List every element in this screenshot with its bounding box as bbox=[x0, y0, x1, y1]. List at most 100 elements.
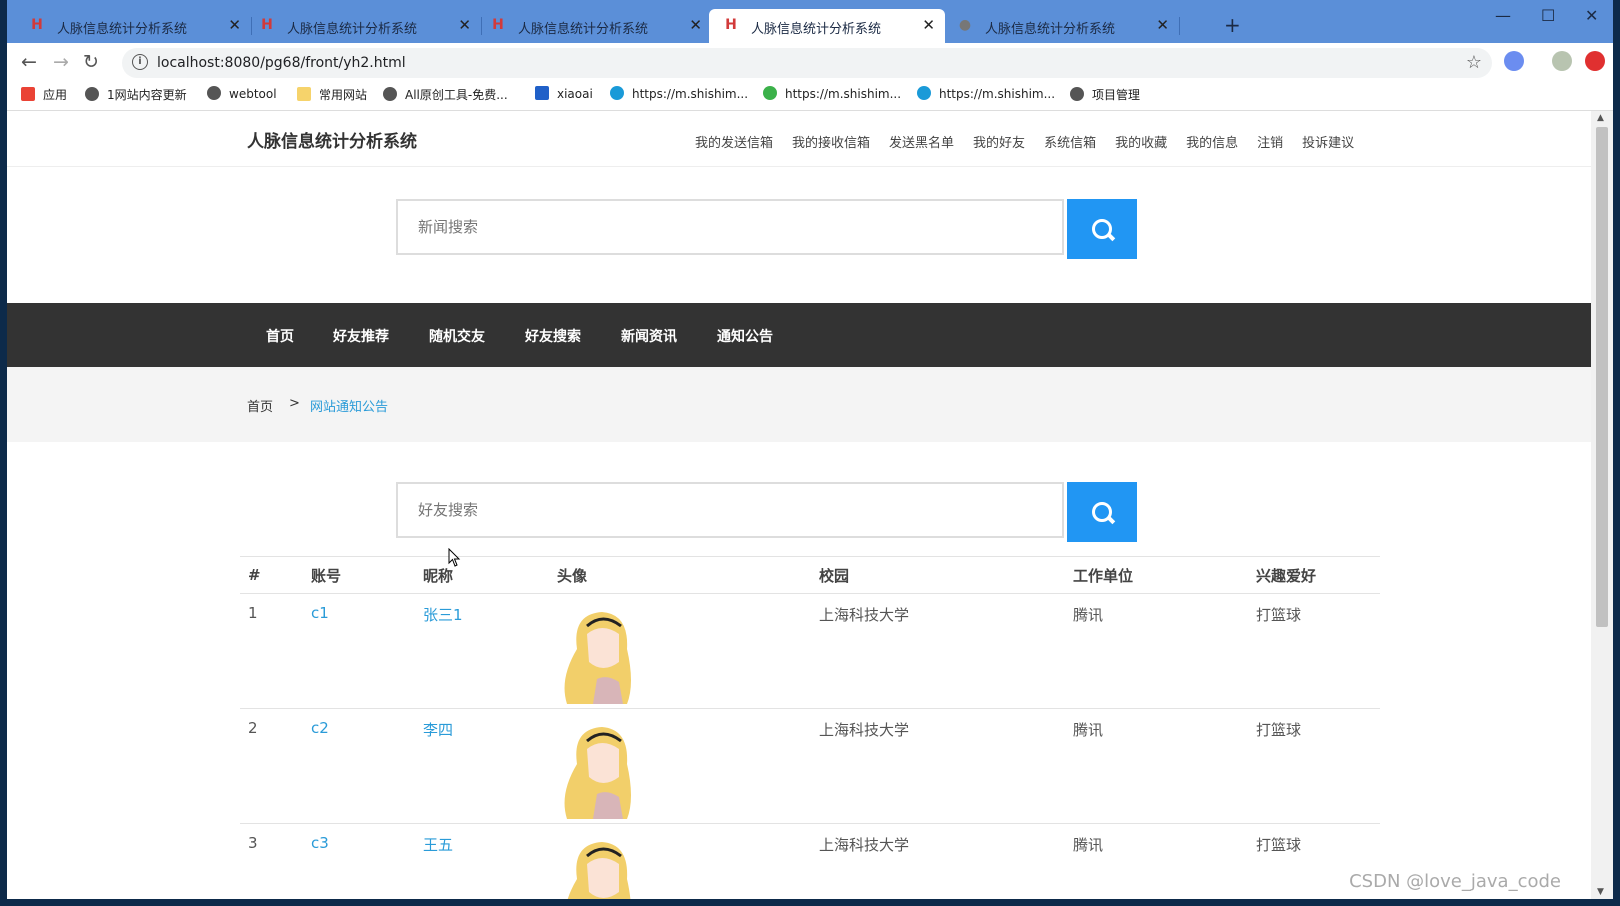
c-logo-icon bbox=[610, 86, 624, 100]
close-tab-icon[interactable]: ✕ bbox=[922, 16, 935, 34]
search-icon-handle bbox=[1106, 515, 1116, 525]
bookmark-item[interactable]: xiaoai bbox=[535, 86, 593, 101]
nav-home[interactable]: 首页 bbox=[266, 326, 294, 346]
col-header-num: # bbox=[240, 556, 303, 594]
site-logo[interactable]: 人脉信息统计分析系统 bbox=[247, 127, 417, 152]
maximize-icon[interactable]: ☐ bbox=[1541, 6, 1555, 25]
scrollbar-thumb[interactable] bbox=[1596, 127, 1608, 627]
row-work: 腾讯 bbox=[1065, 593, 1248, 709]
browser-tab[interactable]: H 人脉信息统计分析系统 ✕ bbox=[245, 9, 482, 43]
close-tab-icon[interactable]: ✕ bbox=[458, 16, 471, 34]
friends-table: # 账号 昵称 头像 校园 工作单位 兴趣爱好 1 c1 张三1 上海科技大学 … bbox=[240, 556, 1380, 899]
browser-tab[interactable]: H 人脉信息统计分析系统 ✕ bbox=[476, 9, 712, 43]
nav-random-friends[interactable]: 随机交友 bbox=[429, 326, 485, 346]
url-text[interactable]: localhost:8080/pg68/front/yh2.html bbox=[157, 55, 406, 71]
row-nickname-link[interactable]: 李四 bbox=[415, 708, 549, 824]
bookmark-folder[interactable]: 常用网站 bbox=[297, 86, 367, 103]
bookmark-item[interactable]: 1网站内容更新 bbox=[85, 86, 187, 103]
friend-search-button[interactable] bbox=[1067, 482, 1137, 542]
page-scrollbar[interactable]: ▲ ▼ bbox=[1591, 111, 1613, 899]
site-favicon-icon: H bbox=[261, 17, 273, 33]
browser-tab-active[interactable]: H 人脉信息统计分析系统 ✕ bbox=[709, 9, 945, 43]
forward-icon[interactable]: → bbox=[53, 51, 69, 73]
table-header-row: # 账号 昵称 头像 校园 工作单位 兴趣爱好 bbox=[240, 556, 1380, 594]
row-account-link[interactable]: c3 bbox=[303, 823, 415, 899]
row-nickname-link[interactable]: 王五 bbox=[415, 823, 549, 899]
close-tab-icon[interactable]: ✕ bbox=[228, 16, 241, 34]
site-favicon-icon: H bbox=[725, 17, 737, 33]
menu-complaint[interactable]: 投诉建议 bbox=[1302, 136, 1354, 151]
close-tab-icon[interactable]: ✕ bbox=[689, 16, 702, 34]
friend-search bbox=[396, 482, 1138, 542]
globe-icon: ● bbox=[958, 17, 972, 33]
top-menu: 我的发送信箱 我的接收信箱 发送黑名单 我的好友 系统信箱 我的收藏 我的信息 注销 投诉建议 bbox=[695, 132, 1373, 151]
bookmark-item[interactable]: https://m.shishim... bbox=[917, 86, 1055, 101]
col-header-avatar: 头像 bbox=[549, 556, 811, 594]
nav-notices[interactable]: 通知公告 bbox=[717, 326, 773, 346]
address-bar[interactable]: i localhost:8080/pg68/front/yh2.html ☆ bbox=[122, 48, 1492, 78]
row-account-link[interactable]: c2 bbox=[303, 708, 415, 824]
browser-tab[interactable]: ● 人脉信息统计分析系统 ✕ bbox=[943, 9, 1180, 43]
p-logo-icon bbox=[535, 86, 549, 100]
back-icon[interactable]: ← bbox=[21, 51, 37, 73]
breadcrumb-home[interactable]: 首页 bbox=[247, 396, 273, 415]
nav-news[interactable]: 新闻资讯 bbox=[621, 326, 677, 346]
menu-logout[interactable]: 注销 bbox=[1257, 136, 1283, 151]
browser-tab[interactable]: H 人脉信息统计分析系统 ✕ bbox=[15, 9, 252, 43]
search-icon-handle bbox=[1106, 232, 1116, 242]
site-header: 人脉信息统计分析系统 我的发送信箱 我的接收信箱 发送黑名单 我的好友 系统信箱 我的收藏… bbox=[7, 111, 1591, 167]
bookmark-item[interactable]: All原创工具-免费... bbox=[383, 86, 508, 103]
breadcrumb: 首页 > 网站通知公告 bbox=[7, 367, 1591, 442]
menu-my-friends[interactable]: 我的好友 bbox=[973, 136, 1025, 151]
os-taskbar bbox=[0, 899, 1620, 906]
menu-inbox[interactable]: 我的接收信箱 bbox=[792, 136, 870, 151]
tab-title: 人脉信息统计分析系统 bbox=[751, 22, 882, 37]
watermark: CSDN @love_java_code bbox=[1349, 871, 1561, 892]
bookmark-item[interactable]: https://m.shishim... bbox=[610, 86, 748, 101]
col-header-hobby: 兴趣爱好 bbox=[1248, 556, 1380, 594]
nav-friend-search[interactable]: 好友搜索 bbox=[525, 326, 581, 346]
row-avatar-cell bbox=[549, 708, 811, 824]
new-tab-icon[interactable]: + bbox=[1224, 13, 1241, 37]
bookmark-star-icon[interactable]: ☆ bbox=[1466, 52, 1482, 73]
menu-my-info[interactable]: 我的信息 bbox=[1186, 136, 1238, 151]
menu-blacklist[interactable]: 发送黑名单 bbox=[889, 136, 954, 151]
menu-favorites[interactable]: 我的收藏 bbox=[1115, 136, 1167, 151]
browser-window: H 人脉信息统计分析系统 ✕ H 人脉信息统计分析系统 ✕ H 人脉信息统计分析… bbox=[7, 0, 1613, 899]
row-account-link[interactable]: c1 bbox=[303, 593, 415, 709]
info-icon[interactable]: i bbox=[132, 54, 148, 70]
globe-icon bbox=[1070, 87, 1084, 101]
extension-icon[interactable] bbox=[1504, 51, 1524, 71]
row-avatar-cell bbox=[549, 593, 811, 709]
menu-sent-mail[interactable]: 我的发送信箱 bbox=[695, 136, 773, 151]
globe-icon bbox=[383, 87, 397, 101]
close-tab-icon[interactable]: ✕ bbox=[1156, 16, 1169, 34]
folder-icon bbox=[297, 87, 311, 101]
avatar bbox=[567, 842, 631, 899]
bookmark-item[interactable]: 项目管理 bbox=[1070, 86, 1140, 103]
profile-avatar-icon[interactable] bbox=[1552, 51, 1572, 71]
scroll-down-icon[interactable]: ▼ bbox=[1597, 887, 1604, 897]
nav-friend-recommend[interactable]: 好友推荐 bbox=[333, 326, 389, 346]
breadcrumb-current[interactable]: 网站通知公告 bbox=[310, 396, 388, 415]
scroll-up-icon[interactable]: ▲ bbox=[1597, 113, 1604, 123]
tab-title: 人脉信息统计分析系统 bbox=[57, 22, 188, 37]
tab-title: 人脉信息统计分析系统 bbox=[518, 22, 649, 37]
bookmark-item[interactable]: https://m.shishim... bbox=[763, 86, 901, 101]
bookmark-item[interactable]: webtool bbox=[207, 86, 277, 101]
minimize-icon[interactable]: — bbox=[1495, 6, 1511, 25]
extension-icon[interactable] bbox=[1585, 51, 1605, 71]
row-campus: 上海科技大学 bbox=[811, 593, 1065, 709]
row-nickname-link[interactable]: 张三1 bbox=[415, 593, 549, 709]
news-search-input[interactable] bbox=[396, 199, 1064, 255]
tab-title: 人脉信息统计分析系统 bbox=[287, 22, 418, 37]
apps-grid-icon bbox=[21, 87, 35, 101]
tab-title: 人脉信息统计分析系统 bbox=[985, 22, 1116, 37]
table-row: 1 c1 张三1 上海科技大学 腾讯 打篮球 bbox=[240, 593, 1380, 709]
news-search-button[interactable] bbox=[1067, 199, 1137, 259]
reload-icon[interactable]: ↻ bbox=[83, 51, 99, 73]
friend-search-input[interactable] bbox=[396, 482, 1064, 538]
menu-system-mail[interactable]: 系统信箱 bbox=[1044, 136, 1096, 151]
bookmark-apps[interactable]: 应用 bbox=[21, 86, 67, 103]
close-window-icon[interactable]: ✕ bbox=[1585, 6, 1598, 25]
